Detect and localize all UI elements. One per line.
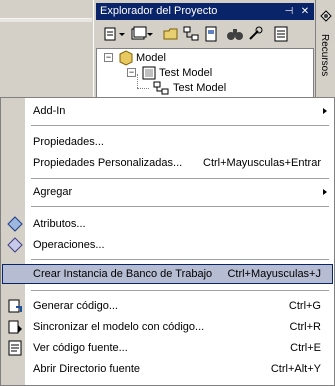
menu-item-add-in[interactable]: Add-In <box>2 101 333 121</box>
collapse-icon[interactable]: − <box>104 53 113 62</box>
menu-item-shortcut: Ctrl+Mayusculas+Entrar <box>203 157 321 169</box>
menu-item-label: Propiedades... <box>33 136 104 148</box>
new-item-dropdown-icon[interactable] <box>118 25 126 43</box>
generate-code-icon <box>8 299 22 313</box>
pin-icon[interactable]: ⊣ <box>282 6 296 18</box>
menu-item-crear-instancia[interactable]: Crear Instancia de Banco de Trabajo Ctrl… <box>2 264 333 284</box>
synchronize-icon <box>8 320 22 334</box>
explorer-titlebar[interactable]: Explorador del Proyecto ⊣ ✕ <box>96 3 314 20</box>
menu-item-label: Propiedades Personalizadas... <box>33 157 183 169</box>
model-icon <box>142 66 156 80</box>
properties-icon[interactable] <box>272 25 290 43</box>
resources-tab[interactable]: Recursos <box>319 34 330 76</box>
menu-item-atributos[interactable]: Atributos... <box>2 214 333 234</box>
tree-connector <box>137 74 139 88</box>
submenu-arrow-icon <box>323 108 327 114</box>
tree-node-label: Model <box>136 52 166 64</box>
view-source-icon <box>8 340 22 356</box>
menu-separator <box>31 259 329 260</box>
binoculars-icon[interactable] <box>226 25 244 43</box>
package-icon <box>119 50 133 66</box>
menu-item-abrir-directorio[interactable]: Abrir Directorio fuente Ctrl+Alt+Y <box>2 359 333 379</box>
menu-item-shortcut: Ctrl+E <box>290 342 321 354</box>
tree-node-label: Test Model <box>173 82 227 94</box>
menu-separator <box>31 206 329 207</box>
menu-item-generar-codigo[interactable]: Generar código... Ctrl+G <box>2 296 333 316</box>
side-dock: Recursos <box>315 0 335 100</box>
hierarchy-icon[interactable] <box>182 25 200 43</box>
new-folder-dropdown-icon[interactable] <box>146 25 154 43</box>
menu-item-label: Atributos... <box>33 218 86 230</box>
menu-item-label: Operaciones... <box>33 239 105 251</box>
menu-item-shortcut: Ctrl+Mayusculas+J <box>227 268 321 280</box>
explorer-title: Explorador del Proyecto <box>100 5 218 17</box>
menu-item-label: Sincronizar el modelo con código... <box>33 321 205 333</box>
tool-icon[interactable] <box>246 25 264 43</box>
project-tree: − Model − Test Model Test Model <box>96 48 314 100</box>
menu-item-shortcut: Ctrl+R <box>289 321 321 333</box>
menu-item-propiedades[interactable]: Propiedades... <box>2 132 333 152</box>
project-explorer-window: Explorador del Proyecto ⊣ ✕ − Model − Te… <box>93 0 316 100</box>
operations-icon <box>7 237 23 253</box>
menu-item-label: Generar código... <box>33 300 118 312</box>
diagram-icon <box>153 81 169 95</box>
menu-separator <box>31 178 329 179</box>
background-strip <box>0 18 92 22</box>
menu-item-label: Crear Instancia de Banco de Trabajo <box>33 268 213 280</box>
menu-separator <box>31 125 329 126</box>
menu-item-shortcut: Ctrl+G <box>288 300 321 312</box>
resources-icon[interactable] <box>318 8 334 24</box>
menu-item-label: Abrir Directorio fuente <box>33 363 140 375</box>
menu-item-propiedades-personalizadas[interactable]: Propiedades Personalizadas... Ctrl+Mayus… <box>2 153 333 173</box>
menu-item-operaciones[interactable]: Operaciones... <box>2 235 333 255</box>
submenu-arrow-icon <box>323 189 327 195</box>
menu-separator <box>31 290 329 291</box>
open-folder-icon[interactable] <box>162 25 180 43</box>
document-icon[interactable] <box>202 25 220 43</box>
menu-item-label: Agregar <box>33 186 73 198</box>
menu-item-sincronizar[interactable]: Sincronizar el modelo con código... Ctrl… <box>2 317 333 337</box>
close-icon[interactable]: ✕ <box>298 6 312 18</box>
attributes-icon <box>7 216 23 232</box>
collapse-icon[interactable]: − <box>127 68 136 77</box>
context-menu: Add-In Propiedades... Propiedades Person… <box>0 97 335 386</box>
menu-item-label: Add-In <box>33 105 66 117</box>
menu-item-agregar[interactable]: Agregar <box>2 182 333 202</box>
tree-node-label: Test Model <box>159 67 213 79</box>
menu-item-label: Ver código fuente... <box>33 342 128 354</box>
menu-item-ver-codigo[interactable]: Ver código fuente... Ctrl+E <box>2 338 333 358</box>
menu-item-shortcut: Ctrl+Alt+Y <box>270 363 321 375</box>
explorer-toolbar <box>96 22 314 46</box>
tree-connector <box>137 88 149 90</box>
